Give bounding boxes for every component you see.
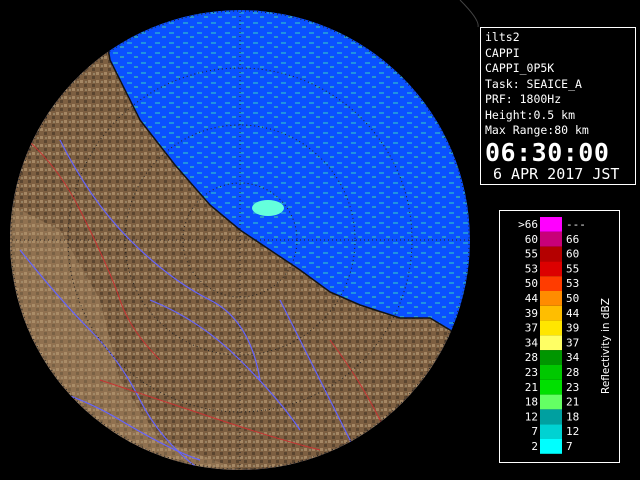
legend-swatch — [540, 305, 562, 321]
legend-high-label: 12 — [566, 425, 579, 438]
legend-high-label: 7 — [566, 440, 573, 453]
legend-high-label: 55 — [566, 262, 579, 275]
legend-swatch — [540, 291, 562, 306]
legend-low-label: 55 — [525, 248, 538, 261]
legend-high-label: 50 — [566, 292, 579, 305]
legend-high-label: 34 — [566, 351, 580, 364]
legend-swatch — [540, 217, 562, 232]
legend-swatch — [540, 276, 562, 291]
legend-low-label: 39 — [525, 307, 538, 320]
legend-swatch — [540, 394, 562, 410]
legend-low-label: 37 — [525, 322, 538, 335]
legend-high-label: 53 — [566, 277, 579, 290]
info-line-task: Task: SEAICE_A — [485, 76, 582, 91]
legend-swatch — [540, 320, 562, 336]
legend-swatch — [540, 424, 562, 439]
legend-low-label: 7 — [531, 425, 538, 438]
legend-swatch — [540, 439, 562, 454]
legend-low-label: 53 — [525, 262, 538, 275]
legend-high-label: 66 — [566, 233, 579, 246]
info-line-range: Max Range:80 km — [485, 123, 589, 137]
observation-date: 6 APR 2017 JST — [493, 164, 620, 183]
legend-low-label: 50 — [525, 277, 538, 290]
info-line-prf: PRF: 1800Hz — [485, 92, 562, 106]
legend-high-label: 37 — [566, 336, 579, 349]
info-line-product: CAPPI — [485, 45, 520, 60]
legend-high-label: 44 — [566, 307, 580, 320]
legend-low-label: 18 — [525, 396, 538, 409]
legend-high-label: 60 — [566, 248, 579, 261]
info-line-product-name: CAPPI_0P5K — [485, 61, 555, 75]
legend-low-label: 2 — [531, 440, 538, 453]
legend-swatch — [540, 231, 562, 247]
legend-swatch — [540, 246, 562, 262]
legend-swatch — [540, 335, 562, 351]
legend-low-label: 23 — [525, 366, 538, 379]
legend-high-label: 28 — [566, 366, 579, 379]
legend-high-label: 21 — [566, 396, 579, 409]
legend-title: Reflectivity in dBZ — [600, 298, 612, 394]
legend-low-label: 12 — [525, 410, 538, 423]
legend-swatch — [540, 379, 562, 395]
observation-time: 06:30:00 — [485, 137, 610, 167]
info-line-height: Height:0.5 km — [485, 107, 576, 122]
legend-low-label: >66 — [518, 218, 538, 231]
legend-swatch — [540, 365, 562, 380]
legend-low-label: 60 — [525, 233, 538, 246]
info-panel: ilts2 CAPPI CAPPI_0P5K Task: SEAICE_A PR… — [480, 27, 636, 185]
legend-low-label: 21 — [525, 381, 538, 394]
island-echo — [252, 200, 284, 216]
legend-high-label: 39 — [566, 322, 579, 335]
info-line-site: ilts2 — [485, 30, 520, 44]
legend-swatch — [540, 350, 562, 365]
legend-high-label: 18 — [566, 410, 579, 423]
legend-high-label: --- — [566, 218, 586, 231]
legend-low-label: 34 — [525, 336, 539, 349]
legend-low-label: 28 — [525, 351, 538, 364]
legend-swatch — [540, 261, 562, 277]
legend-low-label: 44 — [525, 292, 539, 305]
legend-swatch — [540, 409, 562, 425]
legend-high-label: 23 — [566, 381, 579, 394]
